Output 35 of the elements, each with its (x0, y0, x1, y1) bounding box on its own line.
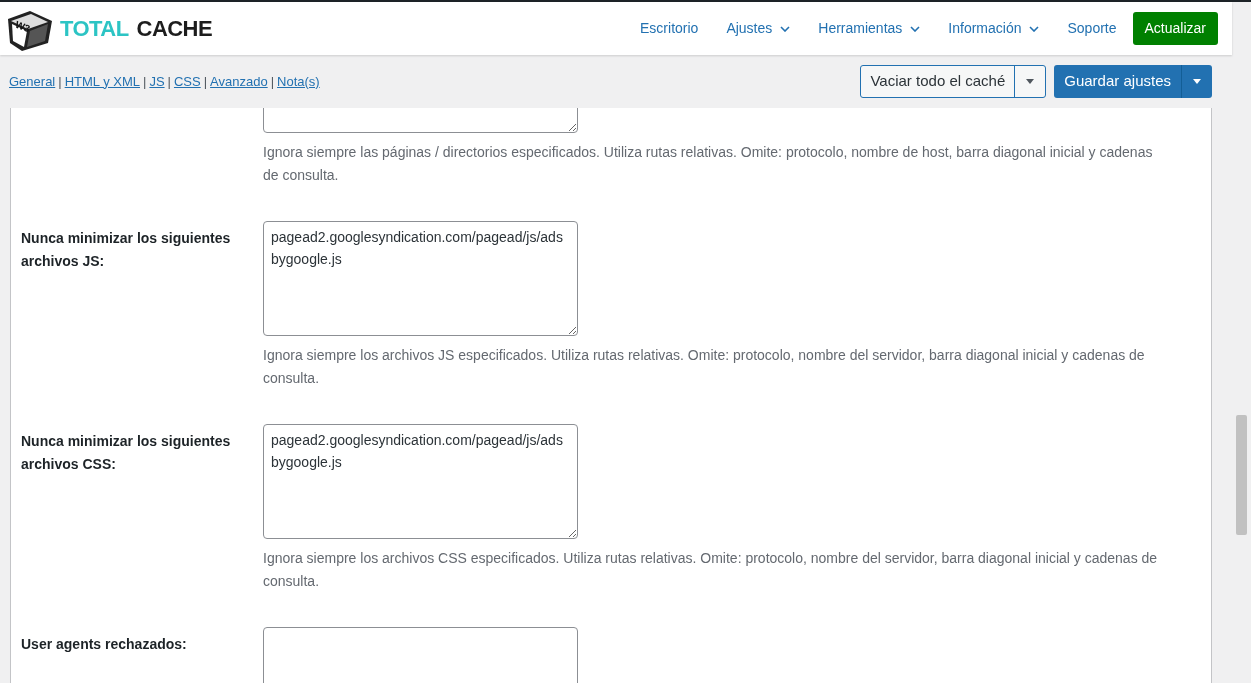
setting-label: Nunca minimizar los siguientes archivos CSS: (21, 432, 232, 474)
section-link[interactable]: CSS (173, 71, 201, 92)
setting-label: Nunca minimizar los siguientes archivos JS: (21, 229, 232, 271)
setting-description: Ignora siempre los archivos CSS especificados. Utiliza rutas relativas. Omite: protocolo, nombre del servidor, barra diagonal inicial y cadenas de consulta. (263, 549, 1159, 591)
section-link[interactable]: General (9, 71, 56, 92)
chevron-down-icon (780, 25, 791, 32)
caret-icon (1026, 79, 1035, 84)
nav-menu-item[interactable]: Información (948, 18, 1040, 39)
separator-text: | (203, 72, 208, 91)
chevron-down-icon (1029, 25, 1040, 32)
section-link[interactable]: JS (149, 71, 165, 92)
update-button[interactable]: Actualizar (1132, 12, 1218, 45)
setting-description: Ignora siempre los archivos JS especificados. Utiliza rutas relativas. Omite: protocolo, nombre del servidor, barra diagonal inicial y cadenas de consulta. (263, 346, 1146, 388)
caret-icon (1193, 79, 1201, 84)
setting-description: Ignora siempre las páginas / directorios especificados. Utiliza rutas relativas. Omite: protocolo, nombre de host, barra diagonal inicial y cadenas de consulta. (263, 143, 1154, 185)
nav-menu-item[interactable]: Escritorio (640, 18, 699, 39)
setting-label: User agents rechazados: (21, 635, 188, 654)
nav-menu-item[interactable]: Ajustes (726, 18, 791, 39)
separator-text: | (143, 72, 147, 91)
textarea-field[interactable]: pagead2.googlesyndication.com/pagead/js/adsbygoogle.js (263, 221, 578, 336)
separator-text: | (58, 72, 62, 91)
logo-text: TOTAL (60, 17, 129, 40)
nav-menu-item[interactable]: Herramientas (818, 18, 921, 39)
save-settings-button[interactable]: Guardar ajustes (1054, 65, 1181, 98)
section-link[interactable]: Nota(s) (277, 71, 320, 92)
section-link[interactable]: HTML y XML (64, 71, 140, 92)
separator-text: | (270, 72, 275, 91)
chevron-down-icon (910, 25, 921, 32)
textarea-field[interactable]: pagead2.googlesyndication.com/pagead/js/adsbygoogle.js (263, 424, 578, 539)
section-link[interactable]: Avanzado (210, 71, 268, 92)
logo-text: CACHE (136, 17, 213, 40)
separator-text: | (167, 72, 171, 91)
logo-badge-text: W3 (13, 19, 32, 35)
flush-cache-button[interactable]: Vaciar todo el caché (861, 66, 1015, 97)
nav-menu-item[interactable]: Soporte (1067, 18, 1117, 39)
